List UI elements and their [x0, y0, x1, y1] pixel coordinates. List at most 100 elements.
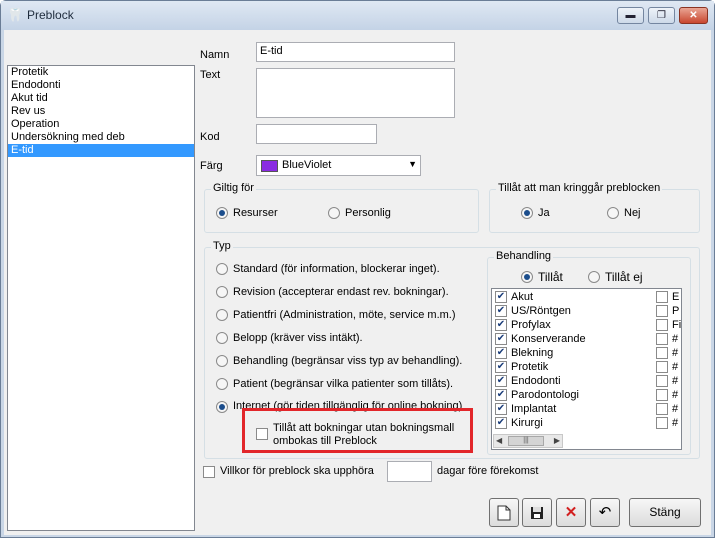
treatment-item[interactable]: ✔ Blekning — [495, 347, 553, 360]
type-patient-label: Patient (begränsar vilka patienter som t… — [233, 378, 454, 390]
type-patientfree-radio[interactable] — [216, 309, 228, 321]
checkbox[interactable] — [656, 305, 668, 318]
checkbox[interactable] — [656, 417, 668, 430]
allow-bypass-title: Tillåt att man kringgår preblocken — [496, 182, 663, 194]
scroll-thumb[interactable]: ||| — [508, 436, 544, 446]
treatment-item[interactable]: ✔ Profylax — [495, 319, 551, 332]
scroll-left-icon[interactable]: ◀ — [496, 435, 502, 447]
list-item[interactable]: Protetik — [8, 66, 194, 79]
treatment-title: Behandling — [494, 250, 554, 262]
dropdown-arrow-icon[interactable]: ▼ — [408, 159, 417, 169]
type-revision-radio[interactable] — [216, 286, 228, 298]
treatment-item[interactable]: # — [656, 389, 678, 402]
treatment-item[interactable]: # — [656, 361, 678, 374]
list-item[interactable]: Undersökning med deb — [8, 131, 194, 144]
allow-bypass-no-radio[interactable] — [607, 207, 619, 219]
treatment-disallow-label: Tillåt ej — [605, 270, 643, 284]
allow-bypass-yes-label: Ja — [538, 207, 550, 219]
treatment-disallow-radio[interactable] — [588, 271, 600, 283]
treatment-item[interactable]: E — [656, 291, 679, 304]
window-title: Preblock — [27, 8, 74, 22]
list-item[interactable]: Akut tid — [8, 92, 194, 105]
treatment-item[interactable]: # — [656, 333, 678, 346]
name-label: Namn — [200, 49, 230, 61]
checkbox[interactable]: ✔ — [495, 417, 507, 430]
checkbox[interactable]: ✔ — [495, 403, 507, 416]
treatment-item[interactable]: P — [656, 305, 679, 318]
checkbox[interactable]: ✔ — [495, 361, 507, 374]
treatment-item[interactable]: # — [656, 347, 678, 360]
type-standard-radio[interactable] — [216, 263, 228, 275]
type-internet-radio[interactable] — [216, 401, 228, 413]
treatment-item[interactable]: # — [656, 417, 678, 430]
type-amount-label: Belopp (kräver viss intäkt). — [233, 332, 363, 344]
list-item[interactable]: Operation — [8, 118, 194, 131]
terms-checkbox[interactable] — [203, 466, 215, 478]
treatment-allow-radio[interactable] — [521, 271, 533, 283]
new-button[interactable] — [489, 498, 519, 527]
type-treatment-radio[interactable] — [216, 355, 228, 367]
name-input[interactable]: E-tid — [256, 42, 455, 62]
color-select[interactable]: BlueViolet ▼ — [256, 155, 421, 176]
checkbox[interactable]: ✔ — [495, 291, 507, 304]
checkbox[interactable] — [656, 361, 668, 374]
color-label: Färg — [200, 160, 223, 172]
treatment-item[interactable]: # — [656, 403, 678, 416]
close-window-button[interactable]: ✕ — [679, 7, 708, 24]
treatment-item[interactable]: ✔ Endodonti — [495, 375, 561, 388]
treatment-checklist[interactable]: ✔ Akut ✔ US/Röntgen ✔ Profylax ✔ Konserveran… — [491, 288, 682, 450]
treatment-item[interactable]: ✔ US/Röntgen — [495, 305, 571, 318]
valid-for-resources-radio[interactable] — [216, 207, 228, 219]
checkbox[interactable]: ✔ — [495, 333, 507, 346]
checkbox[interactable] — [656, 319, 668, 332]
checkbox[interactable] — [656, 291, 668, 304]
undo-icon: ↶ — [598, 504, 612, 521]
terms-days-input[interactable] — [387, 461, 432, 482]
treatment-item[interactable]: # — [656, 375, 678, 388]
checkbox[interactable]: ✔ — [495, 305, 507, 318]
save-button[interactable] — [522, 498, 552, 527]
maximize-button[interactable]: ❐ — [648, 7, 675, 24]
checkbox[interactable] — [656, 333, 668, 346]
new-document-icon — [497, 505, 511, 521]
code-input[interactable] — [256, 124, 377, 144]
minimize-button[interactable]: ▬ — [617, 7, 644, 24]
treatment-item[interactable]: ✔ Parodontologi — [495, 389, 579, 402]
delete-button[interactable]: ✕ — [556, 498, 586, 527]
checkbox[interactable]: ✔ — [495, 375, 507, 388]
type-patient-radio[interactable] — [216, 378, 228, 390]
type-treatment-label: Behandling (begränsar viss typ av behand… — [233, 355, 463, 367]
text-input[interactable] — [256, 68, 455, 118]
list-item-selected[interactable]: E-tid — [8, 144, 194, 157]
allow-bypass-yes-radio[interactable] — [521, 207, 533, 219]
checkbox[interactable]: ✔ — [495, 347, 507, 360]
checkbox[interactable] — [656, 403, 668, 416]
treatment-item[interactable]: ✔ Konserverande — [495, 333, 586, 346]
treatment-item[interactable]: ✔ Implantat — [495, 403, 556, 416]
list-item[interactable]: Rev us — [8, 105, 194, 118]
treatment-item[interactable]: ✔ Kirurgi — [495, 417, 543, 430]
type-revision-label: Revision (accepterar endast rev. bokning… — [233, 286, 449, 298]
treatment-item[interactable]: ✔ Protetik — [495, 361, 548, 374]
type-amount-radio[interactable] — [216, 332, 228, 344]
undo-button[interactable]: ↶ — [590, 498, 620, 527]
terms-label: Villkor för preblock ska upphöra — [220, 465, 374, 477]
checkbox[interactable] — [656, 375, 668, 388]
treatment-item[interactable]: ✔ Akut — [495, 291, 533, 304]
save-icon — [531, 507, 543, 520]
close-button[interactable]: Stäng — [629, 498, 701, 527]
highlight-annotation — [242, 408, 473, 453]
horizontal-scrollbar[interactable]: ◀ ||| ▶ — [493, 434, 563, 448]
preblock-list[interactable]: Protetik Endodonti Akut tid Rev us Opera… — [7, 65, 195, 531]
valid-for-personal-radio[interactable] — [328, 207, 340, 219]
scroll-right-icon[interactable]: ▶ — [554, 435, 560, 447]
checkbox[interactable]: ✔ — [495, 389, 507, 402]
type-title: Typ — [211, 240, 233, 252]
checkbox[interactable] — [656, 389, 668, 402]
list-item[interactable]: Endodonti — [8, 79, 194, 92]
checkbox[interactable]: ✔ — [495, 319, 507, 332]
checkbox[interactable] — [656, 347, 668, 360]
treatment-item[interactable]: Fi — [656, 319, 681, 332]
allow-bypass-no-label: Nej — [624, 207, 641, 219]
title-bar: 🦷 Preblock ▬ ❐ ✕ — [1, 1, 714, 30]
